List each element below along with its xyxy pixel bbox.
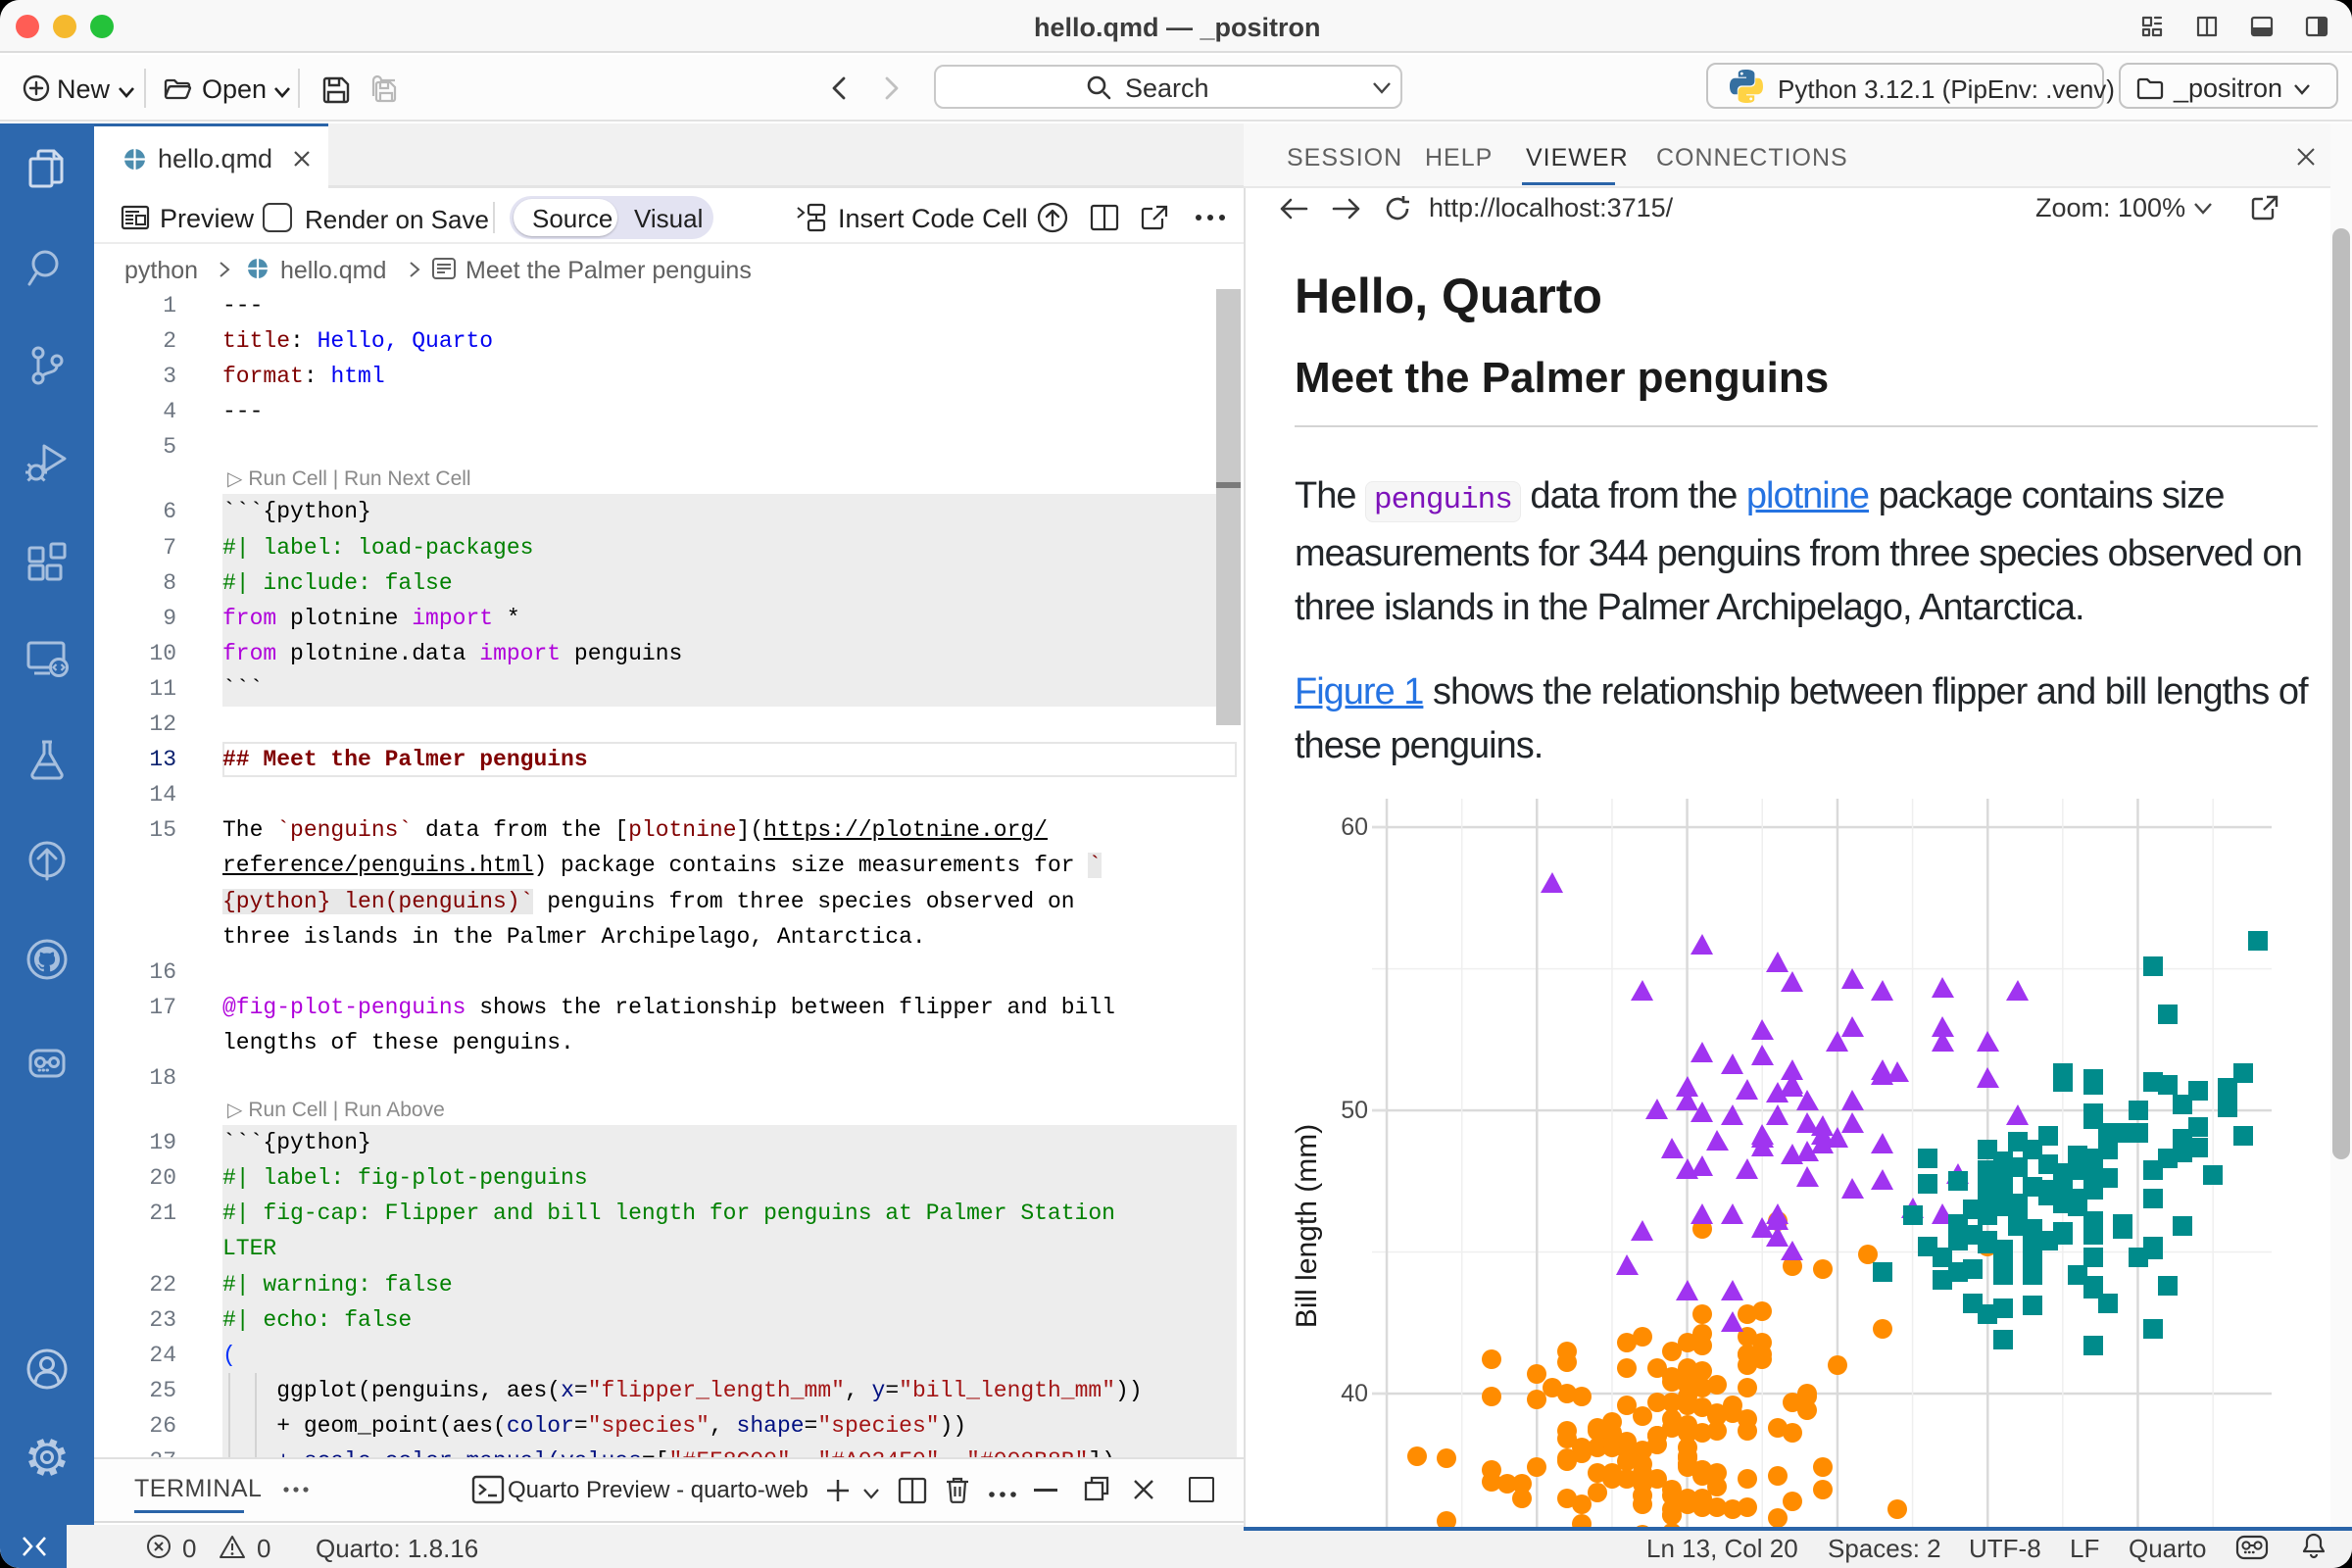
svg-text:Bill length (mm): Bill length (mm) <box>1291 1124 1323 1328</box>
svg-text:60: 60 <box>1341 813 1368 841</box>
svg-text:40: 40 <box>1341 1380 1368 1407</box>
svg-text:50: 50 <box>1341 1097 1368 1124</box>
